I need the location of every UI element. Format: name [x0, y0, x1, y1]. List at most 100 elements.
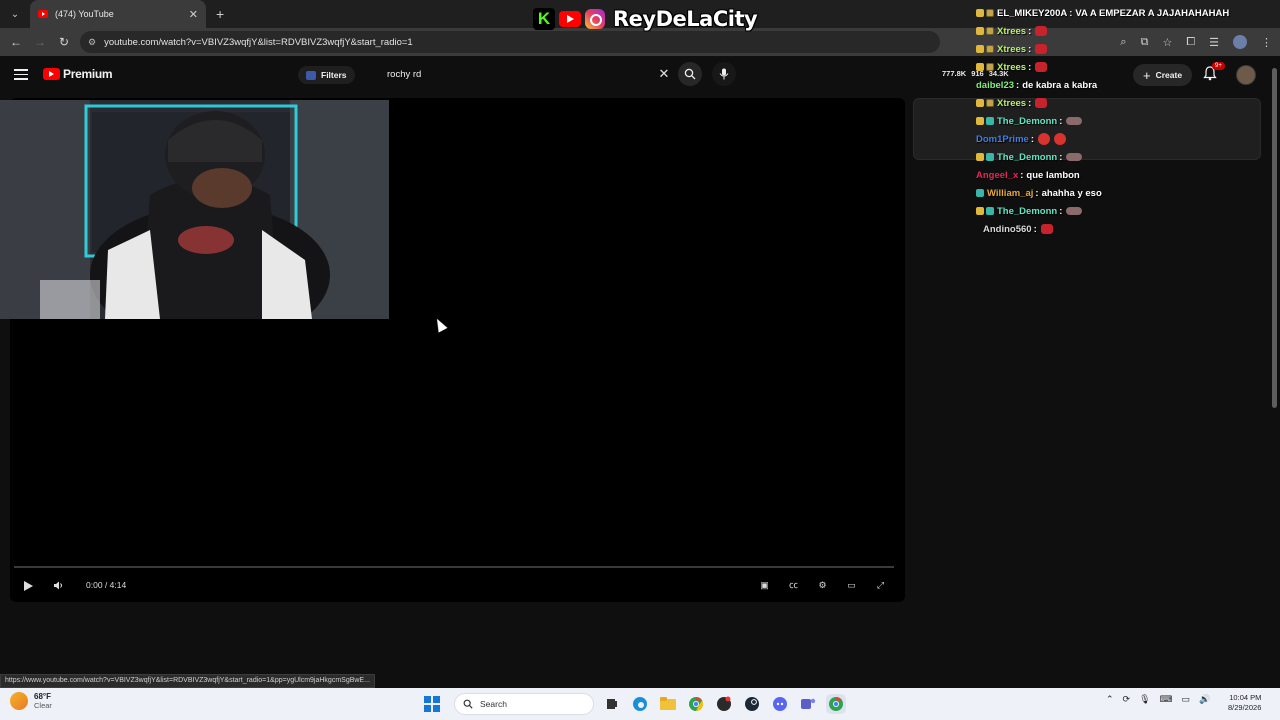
hamburger-menu-icon[interactable] [14, 69, 28, 83]
chat-separator: : [1020, 169, 1024, 181]
chat-username[interactable]: Xtrees [997, 26, 1026, 37]
youtube-premium-logo[interactable]: Premium [43, 67, 113, 81]
devil-emote-icon [1037, 133, 1050, 145]
heart-emote-icon [1035, 62, 1048, 72]
captions-icon[interactable]: ㏄ [787, 579, 800, 592]
chat-username[interactable]: The_Demonn [997, 116, 1057, 127]
speaker-icon[interactable]: 🔊 [1199, 694, 1210, 705]
chrome-active-icon[interactable] [826, 694, 846, 714]
chat-text: ahahha y eso [1041, 187, 1102, 199]
youtube-logo-icon [559, 11, 581, 27]
player-controls: 0:00 / 4:14 ▣ ㏄ ⚙ ▭ ⤢ [10, 574, 905, 598]
close-tab-icon[interactable]: ✕ [189, 8, 198, 21]
settings-gear-icon[interactable]: ⚙ [816, 579, 829, 592]
chat-badges [976, 9, 994, 17]
chat-username[interactable]: Xtrees [997, 98, 1026, 109]
volume-icon[interactable] [53, 580, 64, 591]
task-view-icon[interactable] [602, 694, 622, 714]
crown-badge-icon [976, 27, 984, 35]
theater-mode-icon[interactable]: ▭ [845, 579, 858, 592]
monitor-icon[interactable]: ▭ [1182, 694, 1191, 705]
fullscreen-icon[interactable]: ⤢ [874, 579, 887, 592]
clock-time: 10:04 PM [1229, 693, 1262, 702]
teams-icon[interactable] [798, 694, 818, 714]
back-icon[interactable]: ← [4, 35, 28, 49]
chat-message: William_aj : ahahha y eso [976, 184, 1280, 202]
video-progress-bar[interactable] [14, 566, 894, 568]
chat-text: VA A EMPEZAR A JAJAHAHAHAH [1075, 7, 1230, 19]
sub-badge-icon [986, 63, 994, 71]
url-text: youtube.com/watch?v=VBIVZ3wqfjY&list=RDV… [104, 36, 413, 48]
taskbar-clock[interactable]: 10:04 PM 8/29/2026 [1228, 693, 1261, 713]
webcam-person-image [0, 100, 389, 319]
chat-username[interactable]: The_Demonn [997, 152, 1057, 163]
reload-icon[interactable]: ↻ [52, 35, 76, 49]
chat-username[interactable]: Dom1Prime [976, 134, 1029, 145]
chat-message: Andino560 : [976, 220, 1280, 238]
voice-search-button[interactable] [712, 62, 736, 86]
microphone-tray-icon[interactable]: 🎙 [1139, 694, 1150, 705]
chat-username[interactable]: Xtrees [997, 62, 1026, 73]
chat-separator: : [1028, 25, 1032, 37]
sub-badge-icon [986, 27, 994, 35]
chat-username[interactable]: Andino560 [983, 224, 1032, 235]
steam-icon[interactable] [742, 694, 762, 714]
new-tab-icon[interactable]: + [216, 6, 224, 22]
stream-brand-overlay: K ReyDeLaCity [533, 6, 758, 32]
chat-badges [976, 27, 994, 35]
forward-icon[interactable]: → [28, 35, 52, 49]
discord-icon[interactable] [770, 694, 790, 714]
crown-badge-icon [976, 153, 984, 161]
chat-username[interactable]: Xtrees [997, 44, 1026, 55]
system-tray: ⌃ ⟳ 🎙 ⌨ ▭ 🔊 [1106, 694, 1210, 705]
tab-title: (474) YouTube [55, 9, 114, 19]
crown-badge-icon [976, 45, 984, 53]
scrollbar-thumb[interactable] [1272, 68, 1277, 408]
weather-temp: 68°F [34, 692, 51, 701]
filters-button[interactable]: Filters [298, 66, 355, 84]
search-button[interactable] [678, 62, 702, 86]
tray-overflow-icon[interactable]: ⌃ [1106, 694, 1114, 705]
heart-emote-icon [1035, 44, 1048, 54]
browser-tab-youtube[interactable]: (474) YouTube ✕ [30, 0, 206, 28]
play-icon[interactable] [24, 581, 33, 591]
tab-search-icon[interactable]: ⌄ [4, 3, 26, 25]
site-info-icon[interactable]: ⚙ [88, 37, 96, 48]
page-scrollbar[interactable] [1270, 60, 1278, 688]
search-icon [684, 68, 696, 80]
chat-username[interactable]: daibel23 [976, 80, 1014, 91]
clear-search-icon[interactable]: ✕ [654, 66, 674, 82]
heart-emote-icon [1040, 224, 1053, 234]
chrome-icon[interactable] [686, 694, 706, 714]
weather-widget[interactable]: 68°F Clear [10, 692, 52, 710]
youtube-favicon-icon [38, 10, 48, 18]
file-explorer-icon[interactable] [658, 694, 678, 714]
search-icon [463, 699, 473, 709]
windows-start-icon[interactable] [424, 696, 440, 712]
keyboard-icon[interactable]: ⌨ [1160, 694, 1173, 705]
chat-message: Xtrees : [976, 94, 1280, 112]
search-input[interactable]: rochy rd [376, 69, 654, 80]
chat-username[interactable]: EL_MIKEY200A [997, 8, 1067, 19]
chat-message: The_Demonn : [976, 148, 1280, 166]
chat-message: Dom1Prime : [976, 130, 1280, 148]
chat-separator: : [1059, 205, 1063, 217]
chat-username[interactable]: Angeel_x [976, 170, 1018, 181]
address-bar[interactable]: ⚙ youtube.com/watch?v=VBIVZ3wqfjY&list=R… [80, 31, 940, 53]
taskbar-search[interactable]: Search [454, 693, 594, 715]
chat-username[interactable]: The_Demonn [997, 206, 1057, 217]
chat-separator: : [1028, 61, 1032, 73]
miniplayer-ext-icon[interactable]: ▣ [758, 579, 771, 592]
chat-username[interactable]: William_aj [987, 188, 1033, 199]
search-box[interactable]: rochy rd ✕ [376, 62, 702, 86]
filters-label: Filters [321, 70, 347, 80]
obs-icon[interactable] [714, 694, 734, 714]
rat-emote-icon [1066, 153, 1083, 161]
sync-icon[interactable]: ⟳ [1123, 694, 1131, 705]
link-status-bubble: https://www.youtube.com/watch?v=VBIVZ3wq… [0, 674, 375, 688]
heart-emote-icon [1035, 26, 1048, 36]
edge-icon[interactable] [630, 694, 650, 714]
windows-taskbar: 68°F Clear Search ⌃ ⟳ 🎙 ⌨ ▭ 🔊 10:04 PM 8… [0, 688, 1280, 720]
tv-badge-icon [986, 117, 994, 125]
sub-badge-icon [986, 99, 994, 107]
